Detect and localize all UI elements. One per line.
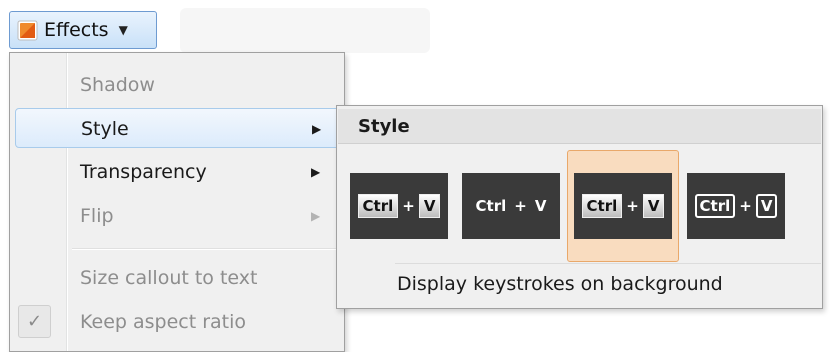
- style-option-plain-text[interactable]: Ctrl + V: [462, 173, 560, 239]
- key-v: V: [418, 194, 441, 218]
- effects-label: Effects: [44, 19, 109, 41]
- menu-item-keep-aspect-ratio[interactable]: ✓ Keep aspect ratio: [15, 302, 341, 342]
- key-v: V: [755, 194, 778, 218]
- submenu-arrow-icon: ▶: [312, 122, 322, 136]
- key-ctrl: Ctrl: [581, 194, 623, 218]
- key-v: V: [642, 194, 665, 218]
- menu-item-label: Keep aspect ratio: [80, 311, 247, 333]
- menu-item-transparency[interactable]: Transparency ▶: [15, 152, 341, 192]
- menu-item-label: Transparency: [80, 161, 207, 183]
- effects-square-icon: [17, 20, 38, 41]
- key-v: V: [534, 197, 547, 215]
- submenu-arrow-icon: ▶: [311, 209, 321, 223]
- style-submenu: Style Ctrl + V Ctrl + V Ctrl + V Ctrl + …: [336, 105, 823, 309]
- plus-sign: +: [402, 197, 415, 215]
- key-ctrl: Ctrl: [694, 194, 736, 218]
- menu-item-label: Size callout to text: [80, 267, 258, 289]
- plus-sign: +: [739, 197, 752, 215]
- effects-menu: Shadow Style ▶ Transparency ▶ Flip ▶ Siz…: [9, 52, 345, 352]
- menu-item-flip[interactable]: Flip ▶: [15, 196, 341, 236]
- style-option-outlined-keys[interactable]: Ctrl + V: [687, 173, 785, 239]
- plus-sign: +: [514, 197, 527, 215]
- chevron-down-icon: ▼: [118, 23, 128, 37]
- menu-separator: [72, 248, 340, 250]
- plus-sign: +: [626, 197, 639, 215]
- menu-item-style[interactable]: Style ▶: [15, 108, 341, 148]
- menu-item-label: Style: [81, 118, 129, 140]
- menu-item-label: Shadow: [80, 74, 155, 96]
- effects-button[interactable]: Effects ▼: [9, 11, 157, 49]
- style-caption: Display keystrokes on background: [397, 273, 723, 295]
- menu-item-size-callout-to-text[interactable]: Size callout to text: [15, 258, 341, 298]
- style-option-raised-keys[interactable]: Ctrl + V: [350, 173, 448, 239]
- submenu-arrow-icon: ▶: [311, 165, 321, 179]
- background-shape: [180, 8, 430, 53]
- key-ctrl: Ctrl: [357, 194, 399, 218]
- key-ctrl: Ctrl: [475, 197, 507, 215]
- menu-item-label: Flip: [80, 205, 114, 227]
- style-option-raised-keys-selected[interactable]: Ctrl + V: [574, 173, 672, 239]
- caption-divider: [395, 263, 821, 264]
- submenu-title: Style: [338, 109, 821, 144]
- check-icon: ✓: [18, 305, 51, 338]
- menu-item-shadow[interactable]: Shadow: [15, 65, 341, 105]
